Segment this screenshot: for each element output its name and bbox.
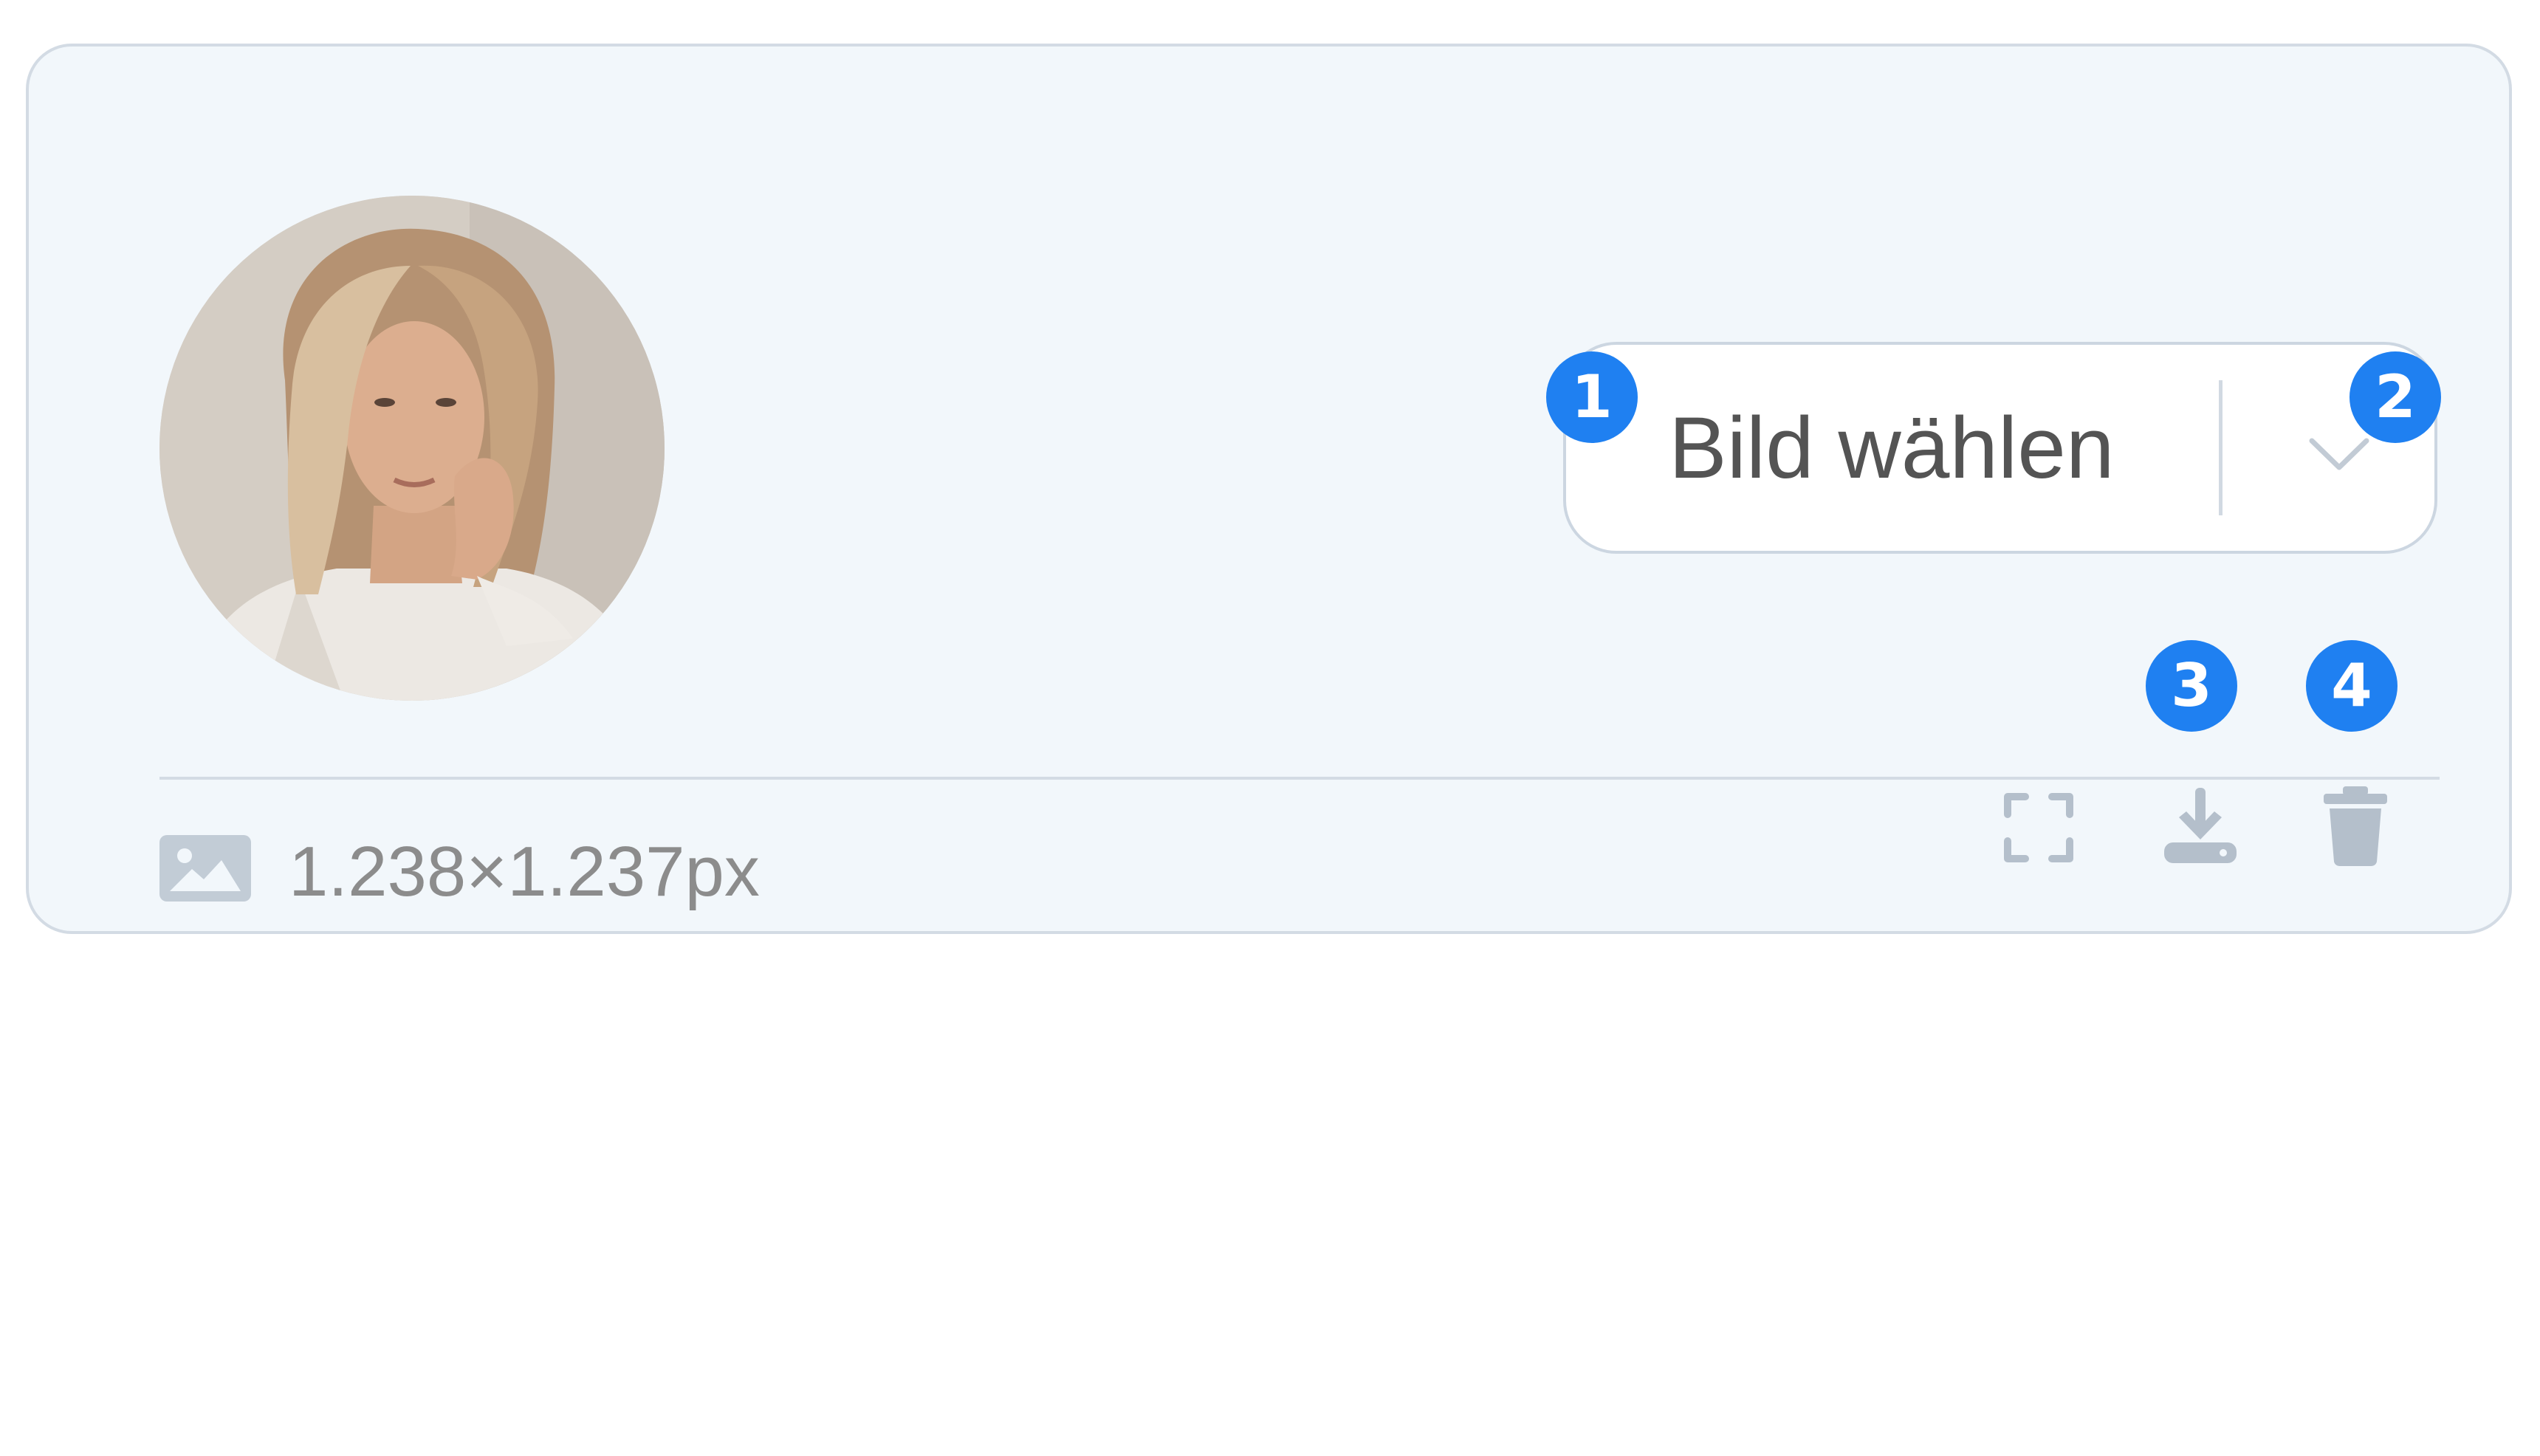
avatar-preview — [159, 196, 665, 701]
stage: Bild wählen 1.238×1.237px 1 2 3 4 — [0, 0, 2540, 1456]
annotation-badge-4: 4 — [2306, 640, 2397, 732]
choose-image-label: Bild wählen — [1669, 399, 2115, 497]
download-button[interactable] — [2160, 785, 2241, 866]
fullscreen-icon — [2004, 793, 2073, 862]
trash-icon — [2324, 786, 2387, 866]
avatar-image — [159, 196, 665, 701]
choose-image-button[interactable]: Bild wählen — [1566, 345, 2219, 551]
image-field-card: Bild wählen 1.238×1.237px — [26, 44, 2512, 934]
delete-button[interactable] — [2321, 785, 2390, 868]
image-icon — [159, 835, 251, 902]
choose-image-split-button: Bild wählen — [1563, 342, 2437, 554]
annotation-badge-3: 3 — [2146, 640, 2237, 732]
annotation-badge-1: 1 — [1546, 351, 1638, 443]
image-dimensions-text: 1.238×1.237px — [289, 832, 760, 911]
annotation-badge-2: 2 — [2350, 351, 2441, 443]
chevron-down-icon — [2309, 438, 2369, 470]
fullscreen-button[interactable] — [2002, 791, 2076, 865]
footer-separator — [159, 777, 2440, 780]
download-icon — [2164, 788, 2237, 863]
